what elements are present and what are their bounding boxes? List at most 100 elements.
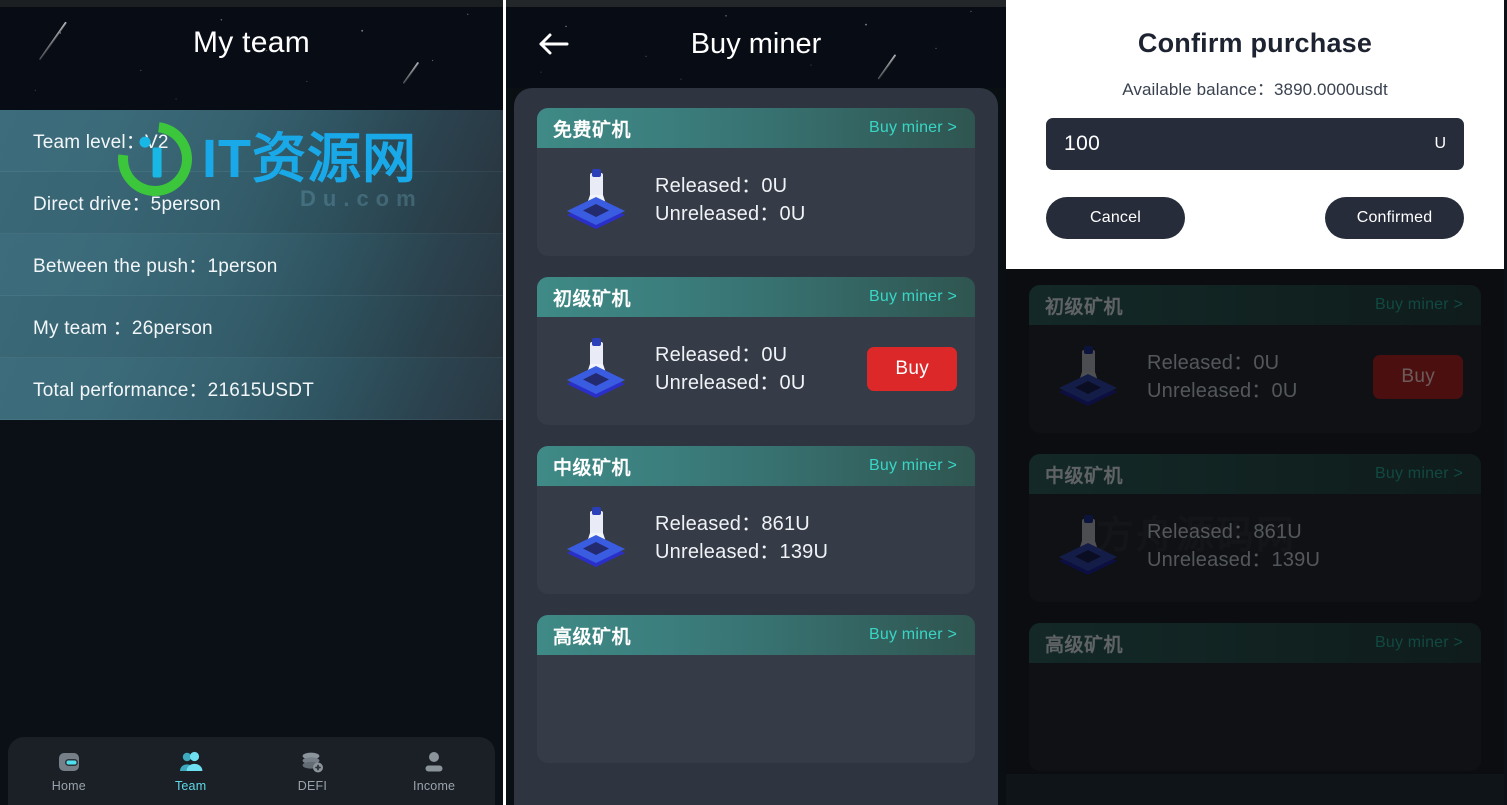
defi-icon	[299, 749, 325, 775]
miner-name: 初级矿机	[553, 288, 632, 310]
back-arrow-icon[interactable]	[538, 30, 570, 58]
miner-card-body: Released：861U Unreleased：139U	[1029, 494, 1481, 602]
amount-input[interactable]: 100 U	[1046, 118, 1464, 170]
cancel-button[interactable]: Cancel	[1046, 197, 1185, 239]
amount-unit-label: U	[1434, 135, 1446, 152]
miner-rig-icon	[567, 507, 625, 567]
watermark-subtext: Du.com	[300, 186, 423, 211]
released-label: Released：	[1147, 351, 1254, 374]
available-balance-text: Available balance：3890.0000usdt	[1122, 80, 1388, 99]
miner-card-header: 免费矿机 Buy miner >	[537, 108, 975, 148]
released-value: 0U	[761, 174, 788, 197]
unreleased-line: Unreleased：139U	[1147, 546, 1463, 574]
tab-defi-label: DEFI	[297, 779, 328, 793]
team-stat-row: My team ：26person	[0, 296, 503, 358]
miner-stats: Released：0U Unreleased：0U	[1147, 349, 1351, 406]
miner-rig-icon	[1059, 346, 1117, 406]
confirm-purchase-panel: Confirm purchase Available balance：3890.…	[1006, 0, 1504, 805]
miner-stats: Released：861U Unreleased：139U	[655, 510, 957, 567]
miner-card-body: Released：0U Unreleased：0U Buy	[537, 317, 975, 425]
unreleased-line: Unreleased：0U	[655, 200, 957, 228]
page-title: Buy miner	[690, 28, 822, 60]
miner-card-body: Released：0U Unreleased：0U	[537, 148, 975, 256]
miner-rig-icon	[1059, 515, 1117, 575]
confirmed-button[interactable]: Confirmed	[1325, 197, 1464, 239]
miner-card[interactable]: 高级矿机 Buy miner >	[1029, 623, 1481, 771]
miner-card-body: Released：861U Unreleased：139U	[537, 486, 975, 594]
miner-card[interactable]: 中级矿机 Buy miner > Released：861U Unrelease…	[1029, 454, 1481, 602]
buy-miner-link[interactable]: Buy miner >	[1375, 634, 1463, 652]
between-push-label: Between the push：1person	[33, 256, 278, 277]
released-line: Released：0U	[655, 172, 957, 200]
buy-miner-link[interactable]: Buy miner >	[869, 288, 957, 306]
miner-card-header: 中级矿机 Buy miner >	[537, 446, 975, 486]
dialog-title: Confirm purchase	[1137, 28, 1373, 58]
unreleased-line: Unreleased：139U	[655, 538, 957, 566]
tab-income-label: Income	[413, 779, 456, 793]
top-strip	[0, 0, 503, 7]
miner-card[interactable]: 中级矿机 Buy miner > Released：861U Unrelease…	[537, 446, 975, 594]
unreleased-value: 0U	[779, 372, 806, 394]
miner-name: 高级矿机	[553, 626, 632, 648]
miner-card-body: Released：0U Unreleased：0U Buy	[1029, 325, 1481, 433]
home-icon	[56, 749, 82, 775]
miner-card[interactable]: 初级矿机 Buy miner > Released：0U Unreleased：…	[537, 277, 975, 425]
bottom-tabbar: Home Team DEFI Income	[8, 737, 495, 805]
miner-rig-icon	[567, 338, 625, 398]
amount-value[interactable]: 100	[1064, 132, 1100, 156]
miner-name: 中级矿机	[553, 457, 632, 479]
team-panel: My team Team level：V2 Direct drive：5pers…	[0, 0, 503, 805]
miner-rig-icon	[567, 169, 625, 229]
tab-income[interactable]: Income	[373, 749, 495, 793]
miner-card[interactable]: 初级矿机 Buy miner > Released：0U Unreleased：…	[1029, 285, 1481, 433]
released-value: 861U	[761, 512, 810, 535]
released-line: Released：861U	[655, 510, 957, 538]
miner-stats: Released：0U Unreleased：0U	[655, 172, 957, 229]
buy-button[interactable]: Buy	[1373, 355, 1463, 399]
dialog-actions: Cancel Confirmed	[1046, 197, 1464, 239]
buy-miner-link[interactable]: Buy miner >	[869, 626, 957, 644]
miner-card[interactable]: 高级矿机 Buy miner >	[537, 615, 975, 763]
buy-miner-link[interactable]: Buy miner >	[1375, 465, 1463, 483]
buy-miner-panel: Buy miner 免费矿机 Buy miner > Released：0U U…	[506, 0, 1006, 805]
unreleased-label: Unreleased：	[655, 372, 780, 394]
unreleased-value: 139U	[779, 541, 829, 563]
confirm-purchase-dialog: Confirm purchase Available balance：3890.…	[1006, 0, 1504, 269]
released-value: 0U	[761, 343, 788, 366]
released-value: 861U	[1253, 520, 1302, 543]
released-label: Released：	[655, 343, 762, 366]
team-stat-row: Team level：V2	[0, 110, 503, 172]
released-label: Released：	[655, 174, 762, 197]
miner-name: 免费矿机	[553, 119, 632, 141]
miner-card-header: 中级矿机 Buy miner >	[1029, 454, 1481, 494]
team-icon	[178, 749, 204, 775]
released-label: Released：	[1147, 520, 1254, 543]
top-strip	[506, 0, 1006, 7]
team-header: My team	[0, 0, 503, 110]
meteor-streak	[402, 61, 420, 85]
unreleased-line: Unreleased：0U	[1147, 377, 1351, 405]
miner-stats: Released：0U Unreleased：0U	[655, 341, 845, 398]
unreleased-label: Unreleased：	[655, 203, 780, 225]
team-stat-row: Direct drive：5person	[0, 172, 503, 234]
buy-button[interactable]: Buy	[867, 347, 957, 391]
tab-defi[interactable]: DEFI	[252, 749, 374, 793]
unreleased-label: Unreleased：	[1147, 549, 1272, 571]
released-line: Released：861U	[1147, 518, 1463, 546]
buy-miner-link[interactable]: Buy miner >	[1375, 296, 1463, 314]
released-line: Released：0U	[655, 341, 845, 369]
miner-list-sheet-dimmed: 方舟源码网 初级矿机 Buy miner >	[1006, 269, 1504, 774]
tab-home-label: Home	[51, 779, 86, 793]
tab-home[interactable]: Home	[8, 749, 130, 793]
miner-card[interactable]: 免费矿机 Buy miner > Released：0U Unreleased：…	[537, 108, 975, 256]
buy-miner-link[interactable]: Buy miner >	[869, 457, 957, 475]
unreleased-value: 0U	[1271, 380, 1298, 402]
my-team-count-label: My team ：26person	[33, 318, 213, 339]
team-stats-list: Team level：V2 Direct drive：5person Betwe…	[0, 110, 503, 420]
unreleased-line: Unreleased：0U	[655, 369, 845, 397]
buy-miner-link[interactable]: Buy miner >	[869, 119, 957, 137]
page-title: My team	[192, 26, 311, 59]
released-line: Released：0U	[1147, 349, 1351, 377]
tab-team[interactable]: Team	[130, 749, 252, 793]
unreleased-label: Unreleased：	[655, 541, 780, 563]
